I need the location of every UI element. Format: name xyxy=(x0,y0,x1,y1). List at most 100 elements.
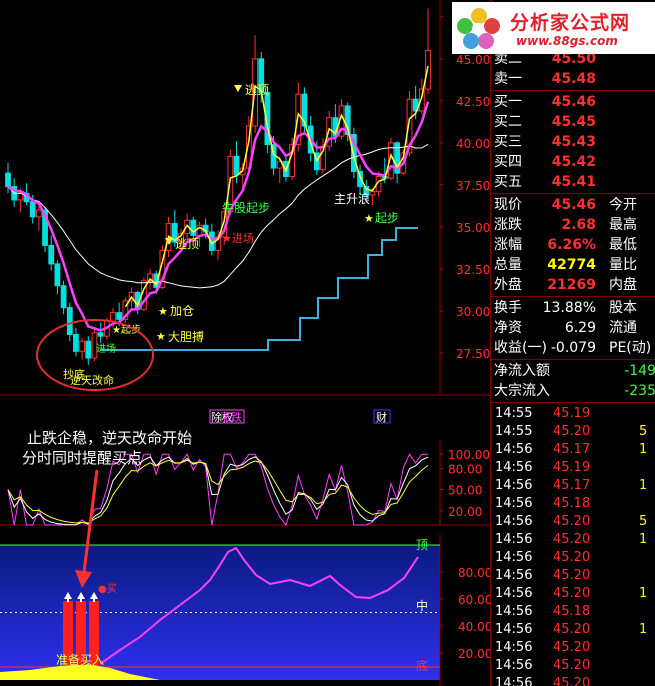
tick-price: 45.18 xyxy=(553,496,591,511)
candle-body xyxy=(29,201,36,218)
bid-row[interactable]: 买二 45.45 xyxy=(491,112,655,132)
stat-label: 涨跌 xyxy=(494,217,522,233)
stat-value: 21269 xyxy=(547,277,596,293)
candle-body xyxy=(116,312,123,320)
fundamental-value: -0.079 xyxy=(550,340,596,356)
tick-price: 45.20 xyxy=(553,640,591,655)
tick-time: 14:56 xyxy=(495,676,533,686)
label-main-wave: 主升浪 xyxy=(334,191,370,206)
tick-row[interactable]: 14:55 45.20 5 xyxy=(491,423,655,441)
tick-row[interactable]: 14:56 45.17 1 xyxy=(491,477,655,495)
bid-row[interactable]: 买四 45.42 xyxy=(491,152,655,172)
fundamental-row[interactable]: 换手 13.88% 股本 xyxy=(491,298,655,318)
tick-price: 45.19 xyxy=(553,460,591,475)
tick-row[interactable]: 14:56 45.20 xyxy=(491,567,655,585)
tick-price: 45.20 xyxy=(553,514,591,529)
label-escape-top: 逃顶 xyxy=(175,237,199,251)
chart-area[interactable]: 47.5045.0042.5040.0037.5035.0032.5030.00… xyxy=(0,0,490,686)
fundamental-label: 换手 xyxy=(494,300,522,316)
site-logo: 分析家公式网 www.88gs.com xyxy=(452,2,655,54)
ready-to-buy-label: 准备买入 xyxy=(56,653,104,667)
bid-row[interactable]: 买三 45.43 xyxy=(491,132,655,152)
price-tick-label: 45.00 xyxy=(456,53,490,67)
label-escape-top: 逃顶 xyxy=(245,83,269,97)
candle-body xyxy=(190,219,197,236)
tick-time: 14:56 xyxy=(495,460,533,475)
separator xyxy=(491,193,655,194)
fundamental-label-2: PE(动) xyxy=(609,340,652,356)
stat-row[interactable]: 现价 45.46 今开 xyxy=(491,195,655,215)
tick-time: 14:56 xyxy=(495,496,533,511)
tick-time: 14:56 xyxy=(495,658,533,673)
tick-time: 14:56 xyxy=(495,478,533,493)
tick-price: 45.17 xyxy=(553,442,591,457)
tick-row[interactable]: 14:56 45.18 xyxy=(491,495,655,513)
tick-row[interactable]: 14:56 45.20 1 xyxy=(491,621,655,639)
signal-chart[interactable]: 80.00 60.00 40.00 20.00 顶中底 ●买准备买入 xyxy=(0,535,490,686)
flow-row[interactable]: 净流入额 -149 xyxy=(491,361,655,381)
tick-price: 45.20 xyxy=(553,532,591,547)
osc-tick-label: 80.00 xyxy=(448,462,482,476)
stat-value: 2.68 xyxy=(561,217,596,233)
fundamental-row[interactable]: 净资 6.29 流通 xyxy=(491,318,655,338)
signal-tick-label: 60.00 xyxy=(458,593,490,607)
ask-row[interactable]: 卖一 45.48 xyxy=(491,69,655,89)
price-tick-label: 42.50 xyxy=(456,95,490,109)
tick-row[interactable]: 14:56 45.20 xyxy=(491,639,655,657)
fundamental-row[interactable]: 收益(一) -0.079 PE(动) xyxy=(491,338,655,358)
tick-time: 14:55 xyxy=(495,406,533,421)
stat-row[interactable]: 外盘 21269 内盘 xyxy=(491,275,655,295)
up-arrow-stem xyxy=(80,598,82,602)
stat-label-2: 最低 xyxy=(609,237,637,253)
candle-body xyxy=(48,244,55,265)
bid-row[interactable]: 买一 45.46 xyxy=(491,92,655,112)
candle-body xyxy=(233,155,240,176)
tick-row[interactable]: 14:56 45.20 xyxy=(491,675,655,686)
ask-label: 卖一 xyxy=(494,71,522,87)
stat-label: 总量 xyxy=(494,257,522,273)
stat-label: 现价 xyxy=(494,197,522,213)
tick-time: 14:55 xyxy=(495,424,533,439)
flow-label: 净流入额 xyxy=(494,363,550,379)
price-tick-label: 40.00 xyxy=(456,137,490,151)
flow-row[interactable]: 大宗流入 -235 xyxy=(491,381,655,401)
separator xyxy=(491,296,655,297)
tick-row[interactable]: 14:56 45.20 5 xyxy=(491,513,655,531)
caption-line-1: 止跌企稳，逆天改命开始 xyxy=(27,429,192,447)
bid-label: 买五 xyxy=(494,174,522,190)
stat-row[interactable]: 涨幅 6.26% 最低 xyxy=(491,235,655,255)
star-icon: ★ xyxy=(158,305,168,318)
candle[interactable] xyxy=(350,127,357,179)
tick-price: 45.20 xyxy=(553,550,591,565)
tick-row[interactable]: 14:56 45.18 xyxy=(491,603,655,621)
stat-value: 42774 xyxy=(547,257,596,273)
label-bull-start: 牛股起步 xyxy=(222,200,270,215)
fundamental-value: 13.88% xyxy=(542,300,596,316)
star-icon: ★ xyxy=(364,212,374,225)
label-entry-small: 进场 xyxy=(96,342,116,355)
price-tick-label: 30.00 xyxy=(456,305,490,319)
quote-panel[interactable]: 卖二 45.50 卖一 45.48 买一 45.46 买二 45.45 买三 45.43 买四 45.… xyxy=(490,0,655,686)
tick-row[interactable]: 14:56 45.20 xyxy=(491,657,655,675)
tick-row[interactable]: 14:56 45.20 xyxy=(491,549,655,567)
tick-row[interactable]: 14:56 45.19 xyxy=(491,459,655,477)
stat-row[interactable]: 总量 42774 量比 xyxy=(491,255,655,275)
tick-row[interactable]: 14:56 45.20 1 xyxy=(491,531,655,549)
stat-value: 6.26% xyxy=(547,237,596,253)
price-tick-label: 32.50 xyxy=(456,263,490,277)
separator xyxy=(491,90,655,91)
candle-body xyxy=(5,172,11,188)
tick-time: 14:56 xyxy=(495,514,533,529)
tick-row[interactable]: 14:56 45.20 1 xyxy=(491,585,655,603)
stat-label-2: 最高 xyxy=(609,217,637,233)
tick-volume: 1 xyxy=(639,478,648,493)
fundamental-label: 净资 xyxy=(494,320,522,336)
stat-label: 涨幅 xyxy=(494,237,522,253)
candle-body xyxy=(79,340,86,352)
tick-row[interactable]: 14:56 45.17 1 xyxy=(491,441,655,459)
star-icon: ★ xyxy=(156,330,166,343)
tick-row[interactable]: 14:55 45.19 xyxy=(491,405,655,423)
candle-body xyxy=(85,340,92,359)
bid-row[interactable]: 买五 45.41 xyxy=(491,172,655,192)
stat-row[interactable]: 涨跌 2.68 最高 xyxy=(491,215,655,235)
